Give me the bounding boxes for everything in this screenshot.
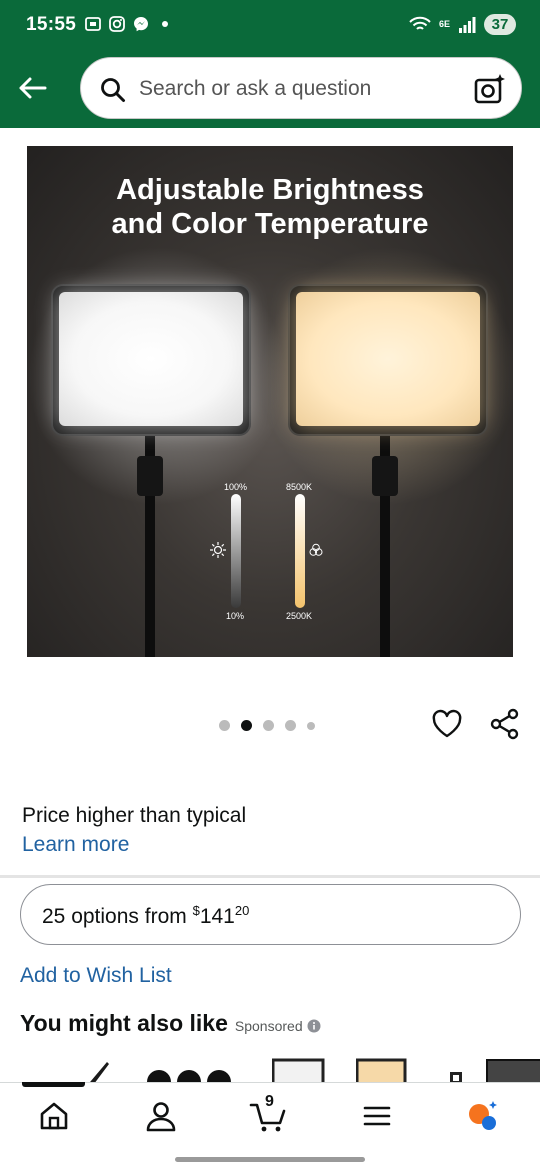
account-icon[interactable]: [144, 1099, 178, 1133]
brightness-bar: [231, 494, 241, 608]
status-time: 15:55: [26, 14, 77, 35]
battery-level: 37: [484, 14, 516, 35]
status-right: 6E 37: [409, 14, 516, 35]
options-text: 25 options from $14120: [42, 903, 249, 929]
options-button[interactable]: 25 options from $14120: [20, 884, 521, 945]
light-panel-face: [296, 292, 480, 426]
status-notification-icons: [84, 15, 174, 33]
search-icon: [101, 78, 125, 102]
product-thumbnail[interactable]: [485, 1058, 540, 1082]
carousel-dot[interactable]: [285, 720, 296, 731]
color-temp-bar: [295, 494, 305, 608]
price-fraction: 20: [234, 903, 250, 918]
rufus-icon[interactable]: [466, 1099, 500, 1133]
price-whole: 141: [199, 905, 235, 928]
heart-icon[interactable]: [431, 708, 463, 740]
status-bar: 15:55 6E 37: [0, 0, 540, 52]
header: [0, 52, 540, 128]
gesture-bar: [175, 1157, 365, 1162]
temp-max-label: 8500K: [286, 482, 313, 492]
product-thumbnail[interactable]: [144, 1058, 234, 1082]
search-bar[interactable]: [80, 57, 522, 120]
brightness-min-label: 10%: [226, 611, 245, 621]
product-thumbnail[interactable]: [85, 1058, 125, 1082]
image-headline-line2: and Color Temperature: [111, 208, 429, 240]
carousel-dot-active[interactable]: [241, 720, 252, 731]
info-icon[interactable]: [307, 1019, 321, 1033]
cart-count: 9: [265, 1093, 274, 1110]
carousel-dots[interactable]: [219, 720, 315, 731]
sponsored-text: Sponsored: [234, 1018, 303, 1034]
image-headline: Adjustable Brightness and Color Temperat…: [27, 173, 513, 241]
light-panel-cool: [51, 284, 251, 436]
product-thumbnail[interactable]: [356, 1058, 408, 1082]
mount-right: [372, 456, 398, 496]
image-headline-line1: Adjustable Brightness: [116, 174, 424, 206]
back-arrow-icon: [19, 77, 47, 99]
light-panel-warm: [288, 284, 488, 436]
product-thumbnail[interactable]: [447, 1058, 467, 1082]
temp-min-label: 2500K: [286, 611, 313, 621]
price-currency: $: [192, 903, 200, 918]
instagram-icon: [109, 16, 125, 32]
options-prefix: 25 options from: [42, 905, 193, 928]
also-like-title: You might also like: [20, 1010, 228, 1036]
recommendation-thumbnails[interactable]: [0, 1052, 540, 1082]
brightness-max-label: 100%: [224, 482, 248, 492]
carousel-dot[interactable]: [219, 720, 230, 731]
screenshot-icon: [85, 17, 101, 31]
mount-left: [137, 456, 163, 496]
add-to-wish-list-link[interactable]: Add to Wish List: [20, 964, 172, 988]
divider: [0, 875, 540, 878]
product-image[interactable]: Adjustable Brightness and Color Temperat…: [27, 146, 513, 657]
product-page: 15:55 6E 37 Adjustable Brightness: [0, 0, 540, 1170]
network-type: 6E: [438, 19, 450, 29]
camera-icon[interactable]: [473, 72, 507, 106]
color-circles-icon: [309, 543, 323, 556]
signal-icon: [459, 16, 476, 33]
messenger-icon: [134, 17, 148, 32]
search-input[interactable]: [139, 58, 459, 120]
sun-icon: [210, 542, 226, 558]
cart-button[interactable]: 9: [249, 1093, 289, 1133]
light-panel-face: [59, 292, 243, 426]
learn-more-link[interactable]: Learn more: [22, 833, 129, 857]
also-like-heading: You might also like Sponsored: [20, 1010, 321, 1037]
carousel-dot[interactable]: [307, 721, 315, 730]
sponsored-label[interactable]: Sponsored: [235, 1018, 321, 1034]
menu-icon[interactable]: [360, 1099, 394, 1133]
price-note: Price higher than typical: [22, 804, 247, 827]
wifi-icon: [409, 16, 431, 30]
share-icon[interactable]: [489, 708, 521, 740]
active-tab-indicator: [22, 1082, 85, 1087]
home-icon[interactable]: [37, 1099, 71, 1133]
dot-icon: [162, 21, 168, 27]
back-button[interactable]: [14, 70, 50, 106]
product-thumbnail[interactable]: [272, 1058, 326, 1082]
carousel-dot[interactable]: [263, 720, 274, 731]
bottom-nav: 9: [0, 1082, 540, 1170]
